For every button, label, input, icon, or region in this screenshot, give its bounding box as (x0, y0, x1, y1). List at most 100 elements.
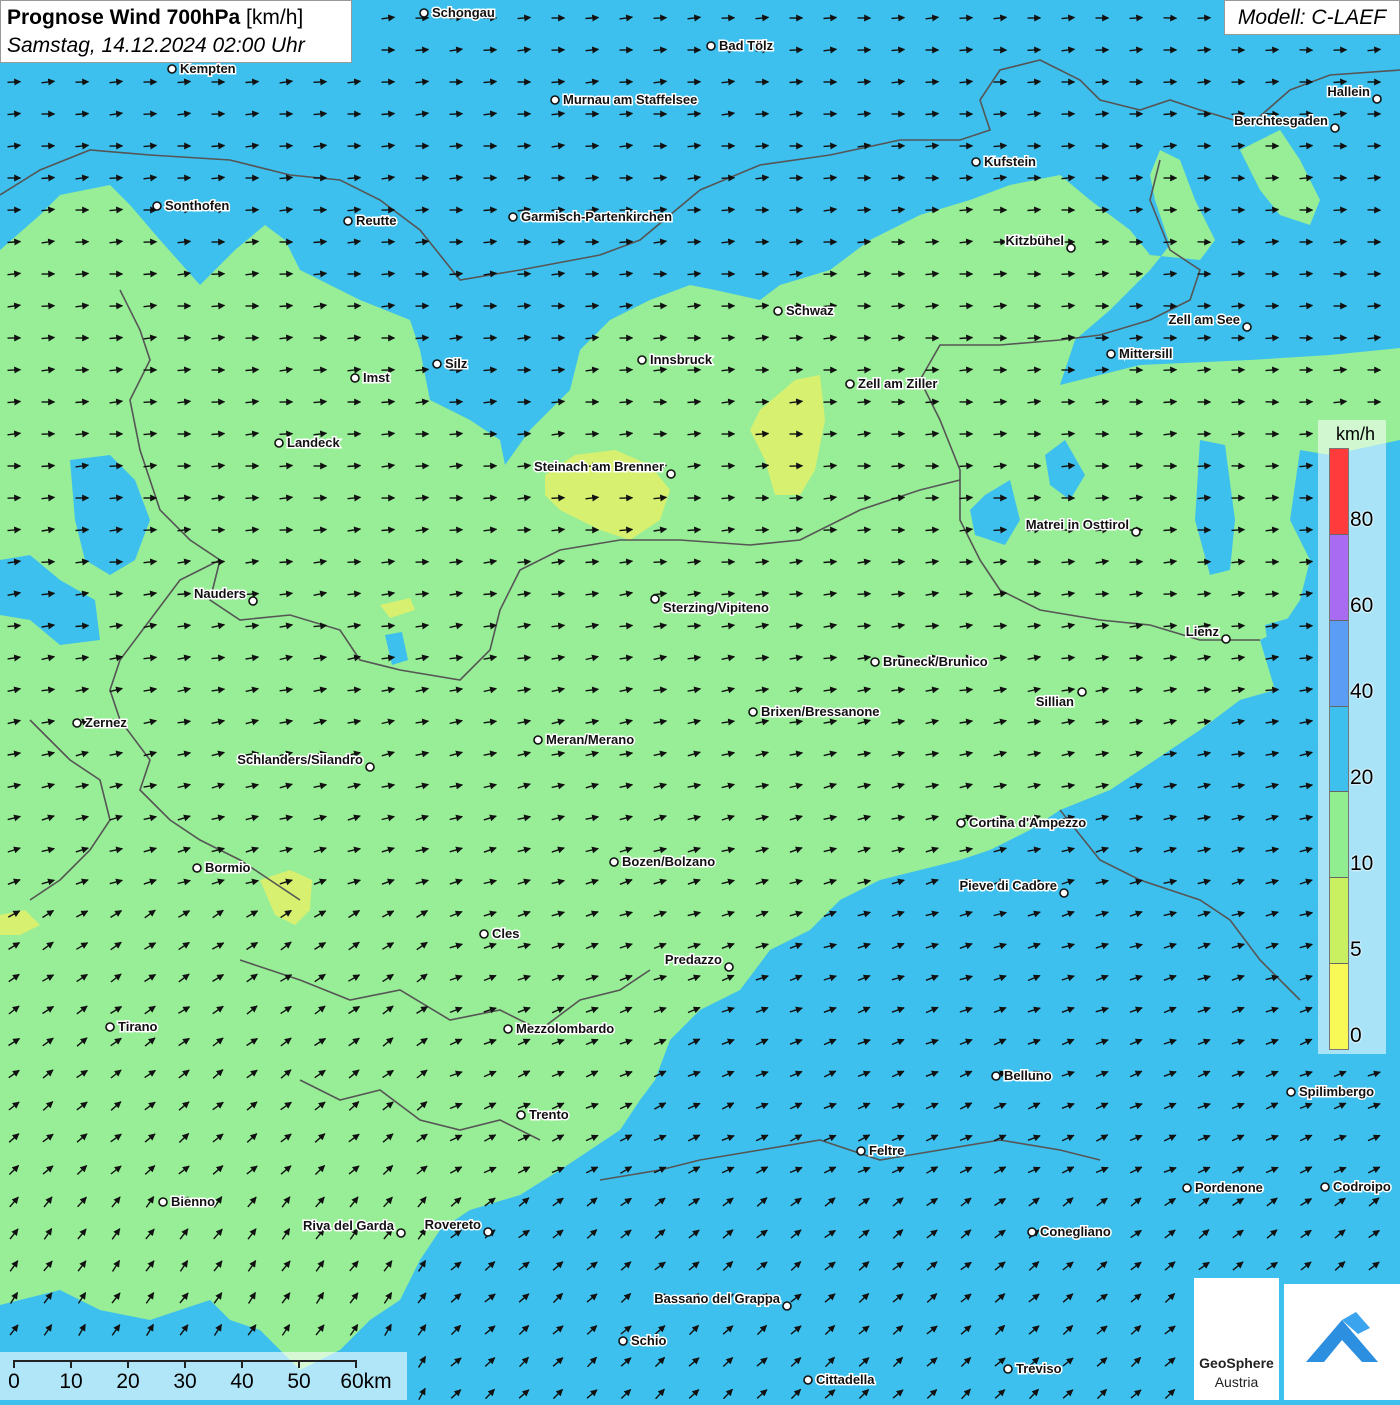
city-dot (707, 42, 715, 50)
city-dot (433, 360, 441, 368)
wind-arrow (994, 530, 1007, 531)
city-schongau[interactable]: Schongau (420, 5, 495, 20)
wind-arrow (1198, 466, 1211, 467)
city-label: Silz (445, 356, 468, 371)
city-zell-am-ziller[interactable]: Zell am Ziller (846, 376, 937, 391)
city-label: Tirano (118, 1019, 158, 1034)
city-dot (1331, 124, 1339, 132)
city-sonthofen[interactable]: Sonthofen (153, 198, 229, 213)
wind-arrow (586, 306, 599, 307)
city-dot (351, 374, 359, 382)
wind-arrow (1300, 434, 1313, 435)
scale-label: 60km (340, 1370, 391, 1394)
wind-arrow (382, 626, 395, 627)
wind-arrow (450, 530, 463, 531)
wind-arrow (518, 274, 531, 275)
city-dot (153, 202, 161, 210)
city-label: Sillian (1036, 694, 1074, 709)
city-label: Steinach am Brenner (534, 459, 664, 474)
wind-arrow (382, 242, 395, 243)
wind-arrow (1368, 306, 1381, 307)
wind-arrow (484, 338, 497, 339)
city-label: Hallein (1327, 84, 1370, 99)
wind-arrow (76, 530, 89, 531)
city-cortina-d-ampezzo[interactable]: Cortina d'Ampezzo (957, 815, 1086, 830)
wind-arrow (654, 178, 667, 179)
wind-arrow (994, 274, 1007, 275)
wind-arrow (314, 242, 327, 243)
city-dot (517, 1111, 525, 1119)
wind-arrow (246, 498, 259, 499)
wind-arrow (790, 594, 803, 595)
wind-map[interactable]: SchongauBad TölzKemptenMurnau am Staffel… (0, 0, 1400, 1400)
city-dot (1132, 528, 1140, 536)
wind-arrow (790, 50, 803, 51)
city-label: Innsbruck (650, 352, 713, 367)
wind-arrow (1062, 434, 1075, 435)
city-dot (1287, 1088, 1295, 1096)
map-title-unit: [km/h] (246, 6, 303, 29)
wind-arrow (552, 594, 565, 595)
wind-arrow (484, 210, 497, 211)
wind-arrow (178, 338, 191, 339)
city-meran-merano[interactable]: Meran/Merano (534, 732, 634, 747)
city-pordenone[interactable]: Pordenone (1183, 1180, 1263, 1195)
wind-arrow (144, 402, 157, 403)
map-area[interactable]: SchongauBad TölzKemptenMurnau am Staffel… (0, 0, 1400, 1400)
scale-tick (298, 1360, 300, 1368)
city-bozen-bolzano[interactable]: Bozen/Bolzano (610, 854, 715, 869)
city-conegliano[interactable]: Conegliano (1028, 1224, 1111, 1239)
city-label: Bormio (205, 860, 251, 875)
city-garmisch-partenkirchen[interactable]: Garmisch-Partenkirchen (509, 209, 672, 224)
wind-arrow (1164, 370, 1177, 371)
city-label: Belluno (1004, 1068, 1052, 1083)
city-murnau-am-staffelsee[interactable]: Murnau am Staffelsee (551, 92, 697, 107)
city-label: Pordenone (1195, 1180, 1263, 1195)
city-label: Riva del Garda (303, 1218, 395, 1233)
city-dot (1243, 323, 1251, 331)
wind-arrow (552, 82, 565, 83)
city-dot (992, 1072, 1000, 1080)
city-dot (1028, 1228, 1036, 1236)
app-mountain-icon (1284, 1284, 1400, 1400)
wind-arrow (42, 466, 55, 467)
scale-label: 0 (8, 1370, 20, 1394)
scale-tick (70, 1360, 72, 1368)
city-dot (667, 470, 675, 478)
city-label: Schio (631, 1333, 666, 1348)
city-mezzolombardo[interactable]: Mezzolombardo (504, 1021, 614, 1036)
city-label: Reutte (356, 213, 396, 228)
wind-arrow (790, 370, 803, 371)
wind-arrow (722, 466, 735, 467)
wind-arrow (246, 210, 259, 211)
city-brixen-bressanone[interactable]: Brixen/Bressanone (749, 704, 880, 719)
city-innsbruck[interactable]: Innsbruck (638, 352, 713, 367)
city-bruneck-brunico[interactable]: Bruneck/Brunico (871, 654, 988, 669)
city-dot (1321, 1183, 1329, 1191)
city-dot (651, 595, 659, 603)
wind-arrow (1028, 594, 1041, 595)
wind-arrow (416, 338, 429, 339)
legend-swatch (1330, 535, 1348, 621)
wind-arrow (42, 562, 55, 563)
city-label: Mezzolombardo (516, 1021, 614, 1036)
wind-arrow (212, 274, 225, 275)
wind-arrow (450, 274, 463, 275)
wind-arrow (1300, 402, 1313, 403)
city-label: Kitzbühel (1006, 233, 1065, 248)
wind-arrow (348, 306, 361, 307)
wind-arrow (348, 562, 361, 563)
city-spilimbergo[interactable]: Spilimbergo (1287, 1084, 1374, 1099)
wind-arrow (586, 434, 599, 435)
wind-arrow (382, 114, 395, 115)
wind-arrow (824, 18, 837, 19)
city-dot (1183, 1184, 1191, 1192)
wind-arrow (688, 402, 701, 403)
scale-tick (184, 1360, 186, 1368)
app-icon-button[interactable] (1284, 1284, 1400, 1400)
wind-arrow (246, 594, 259, 595)
wind-arrow (1130, 146, 1143, 147)
wind-arrow (1096, 370, 1109, 371)
legend-swatch (1330, 964, 1348, 1049)
city-dot (725, 963, 733, 971)
